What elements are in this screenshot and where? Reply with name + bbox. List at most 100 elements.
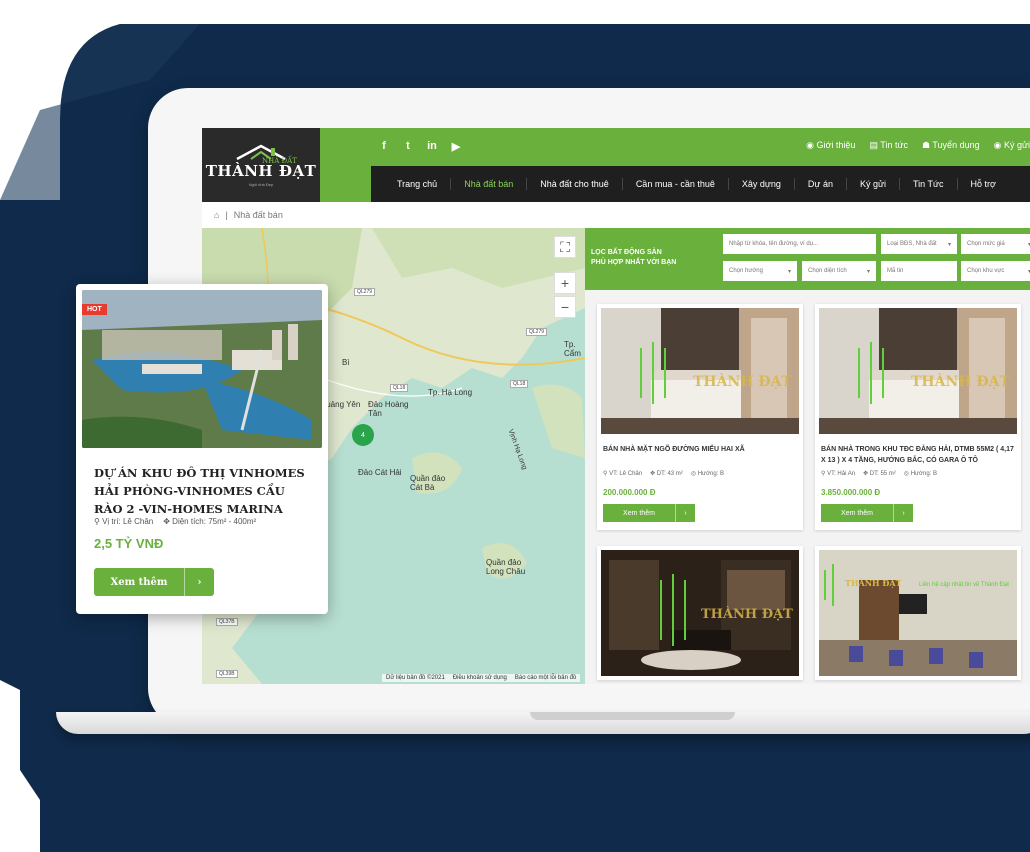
top-link-consign[interactable]: ◉ Ký gửi xyxy=(994,140,1030,151)
nav-item-projects[interactable]: Dự án xyxy=(795,179,846,189)
product-price: 200.000.000 Đ xyxy=(603,488,656,497)
product-card[interactable]: THÀNH ĐẠT Liên hệ cập nhật tin về Thành … xyxy=(815,546,1021,680)
map-footer: Dữ liệu bản đồ ©2021 Điều khoản sử dụng … xyxy=(382,674,581,682)
zoom-in-button[interactable]: + xyxy=(554,272,576,294)
product-image[interactable]: THÀNH ĐẠT xyxy=(601,308,799,434)
nav-item-rent[interactable]: Nhà đất cho thuê xyxy=(527,179,622,189)
main-nav: Trang chủ Nhà đất bán Nhà đất cho thuê C… xyxy=(320,166,1030,202)
location-icon: ⚲ VT: Lê Chân xyxy=(603,471,643,477)
product-image[interactable]: THÀNH ĐẠT xyxy=(601,550,799,676)
nav-item-home[interactable]: Trang chủ xyxy=(371,179,450,189)
hot-badge: HOT xyxy=(82,304,107,315)
top-bar: f t in ▶ ◉ Giới thiệu ▤ Tin tức ☗ Tuyển … xyxy=(320,128,1030,166)
area-icon: ✥ DT: 43 m² xyxy=(650,471,683,477)
area-icon: ✥ Diện tích: 75m² - 400m² xyxy=(163,517,257,526)
mockup-stage: THÀNH ĐẠT Ngôi nhà Đẹp NHÀ ĐẤT f t in ▶ … xyxy=(0,0,1030,852)
nav-item-support[interactable]: Hỗ trợ xyxy=(958,179,1009,189)
road-tag: QL39B xyxy=(216,670,238,678)
top-link-news[interactable]: ▤ Tin tức xyxy=(869,140,908,151)
top-link-jobs[interactable]: ☗ Tuyển dụng xyxy=(922,140,980,151)
aerial-city-photo xyxy=(82,290,322,448)
product-meta: ⚲ VT: Hải An ✥ DT: 55 m² ◎ Hướng: B xyxy=(821,470,937,477)
featured-title[interactable]: DỰ ÁN KHU ĐÔ THỊ VINHOMES HẢI PHÒNG-VINH… xyxy=(94,464,314,518)
youtube-icon[interactable]: ▶ xyxy=(450,140,462,153)
chevron-right-icon: › xyxy=(184,568,214,596)
product-card[interactable]: THÀNH ĐẠT xyxy=(597,546,803,680)
twitter-icon[interactable]: t xyxy=(402,140,414,153)
location-icon: ⚲ VT: Hải An xyxy=(821,471,856,477)
filter-heading: LỌC BẤT ĐỘNG SẢN PHÙ HỢP NHẤT VỚI BẠN xyxy=(591,249,677,266)
map-terms-link[interactable]: Điều khoản sử dụng xyxy=(453,675,507,681)
top-links: ◉ Giới thiệu ▤ Tin tức ☗ Tuyển dụng ◉ Ký… xyxy=(806,140,1030,151)
nav-item-wanted[interactable]: Cần mua - cần thuê xyxy=(623,179,728,189)
product-meta: ⚲ VT: Lê Chân ✥ DT: 43 m² ◎ Hướng: B xyxy=(603,470,724,477)
site-logo[interactable]: THÀNH ĐẠT Ngôi nhà Đẹp xyxy=(202,128,320,202)
nav-item-construction[interactable]: Xây dựng xyxy=(729,179,794,189)
top-link-about[interactable]: ◉ Giới thiệu xyxy=(806,140,855,151)
area-icon: ✥ DT: 55 m² xyxy=(863,471,896,477)
product-title[interactable]: BÁN NHÀ MẶT NGÕ ĐƯỜNG MIẾU HAI XÃ xyxy=(603,444,797,455)
product-grid: THÀNH ĐẠT BÁN NHÀ MẶT NGÕ ĐƯỜNG MIẾU HAI… xyxy=(585,290,1030,684)
featured-meta: ⚲ Vị trí: Lê Chân ✥ Diện tích: 75m² - 40… xyxy=(94,517,256,526)
map-report-link[interactable]: Báo cáo một lỗi bản đồ xyxy=(515,675,576,681)
product-image[interactable]: THÀNH ĐẠT Liên hệ cập nhật tin về Thành … xyxy=(819,550,1017,676)
social-links: f t in ▶ xyxy=(378,140,462,153)
code-input[interactable]: Mã tin xyxy=(881,261,957,281)
featured-view-more-button[interactable]: Xem thêm › xyxy=(94,568,214,596)
map-label: Bì xyxy=(342,358,350,367)
logo-small-text: NHÀ ĐẤT xyxy=(262,157,297,165)
svg-text:THÀNH ĐẠT: THÀNH ĐẠT xyxy=(845,578,902,588)
bedroom-photo: THÀNH ĐẠT xyxy=(601,308,799,434)
product-title[interactable]: BÁN NHÀ TRONG KHU TĐC ĐẰNG HẢI, DTMB 55M… xyxy=(821,444,1015,466)
road-tag: QL18 xyxy=(390,384,409,392)
map-data-credit: Dữ liệu bản đồ ©2021 xyxy=(386,675,445,681)
product-price: 3.850.000.000 Đ xyxy=(821,488,881,497)
road-tag: QL279 xyxy=(354,288,376,296)
chevron-right-icon: › xyxy=(675,504,695,522)
view-more-button[interactable]: Xem thêm › xyxy=(603,504,695,522)
fullscreen-button[interactable]: ⛶ xyxy=(554,236,576,258)
map-label: Quần đảo Long Châu xyxy=(486,558,526,576)
type-select[interactable]: Loại BĐS, Nhà đất ▾ xyxy=(881,234,957,254)
featured-project-card[interactable]: HOT DỰ ÁN KHU ĐÔ THỊ VINHOMES HẢI PHÒNG-… xyxy=(76,284,328,614)
road-tag: QL37B xyxy=(216,618,238,626)
facebook-icon[interactable]: f xyxy=(378,140,390,153)
area-select[interactable]: Chọn diện tích ▾ xyxy=(802,261,876,281)
map-label: Tp. Hạ Long xyxy=(428,388,473,397)
compass-icon: ◎ Hướng: B xyxy=(690,471,725,477)
direction-select[interactable]: Chọn hướng ▾ xyxy=(723,261,797,281)
search-filter: LỌC BẤT ĐỘNG SẢN PHÙ HỢP NHẤT VỚI BẠN Nh… xyxy=(585,228,1030,290)
nav-item-news[interactable]: Tin Tức xyxy=(900,179,957,189)
featured-project-image[interactable] xyxy=(82,290,322,448)
price-select[interactable]: Chọn mức giá ▾ xyxy=(961,234,1030,254)
nav-menu: Trang chủ Nhà đất bán Nhà đất cho thuê C… xyxy=(368,166,1030,202)
nav-item-consign[interactable]: Ký gửi xyxy=(847,179,899,189)
chevron-down-icon: ▾ xyxy=(866,268,870,275)
product-card[interactable]: THÀNH ĐẠT BÁN NHÀ MẶT NGÕ ĐƯỜNG MIẾU HAI… xyxy=(597,304,803,530)
svg-text:Liên hệ cập nhật tin về Thành: Liên hệ cập nhật tin về Thành Đạt xyxy=(919,582,1009,588)
map-cluster-marker[interactable]: 4 xyxy=(352,424,374,446)
linkedin-icon[interactable]: in xyxy=(426,140,438,153)
product-card[interactable]: THÀNH ĐẠT BÁN NHÀ TRONG KHU TĐC ĐẰNG HẢI… xyxy=(815,304,1021,530)
svg-text:THÀNH ĐẠT: THÀNH ĐẠT xyxy=(693,372,793,390)
featured-price: 2,5 TỶ VNĐ xyxy=(94,536,164,551)
location-icon: ⚲ Vị trí: Lê Chân xyxy=(94,517,154,526)
home-icon[interactable]: ⌂ xyxy=(214,210,219,220)
breadcrumb: ⌂ | Nhà đất bán xyxy=(214,210,283,220)
wardrobe-photo: THÀNH ĐẠT xyxy=(601,550,799,676)
road-tag: QL279 xyxy=(526,328,548,336)
region-select[interactable]: Chọn khu vực ▾ xyxy=(961,261,1030,281)
chevron-right-icon: › xyxy=(893,504,913,522)
breadcrumb-separator: | xyxy=(225,210,228,220)
view-more-button[interactable]: Xem thêm › xyxy=(821,504,913,522)
chevron-down-icon: ▾ xyxy=(947,241,951,248)
product-image[interactable]: THÀNH ĐẠT xyxy=(819,308,1017,434)
svg-text:THÀNH ĐẠT: THÀNH ĐẠT xyxy=(701,606,793,622)
map-label: Quần đảo Cát Bà xyxy=(410,474,446,492)
keyword-input[interactable]: Nhập từ khóa, tên đường, ví dụ... xyxy=(723,234,876,254)
map-label: Đảo Cát Hải xyxy=(358,468,402,477)
road-tag: QL18 xyxy=(510,380,529,388)
logo-main-text: THÀNH ĐẠT xyxy=(205,161,317,180)
nav-item-sale[interactable]: Nhà đất bán xyxy=(451,179,526,189)
zoom-out-button[interactable]: − xyxy=(554,296,576,318)
